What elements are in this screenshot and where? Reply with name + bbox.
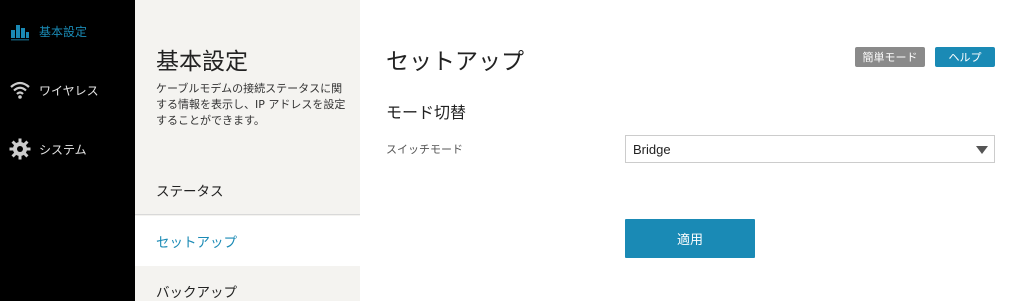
nav-item-label: 基本設定 (39, 24, 88, 39)
switch-mode-label: スイッチモード (386, 143, 463, 156)
switch-mode-select[interactable]: Bridge (625, 135, 995, 163)
nav-item-label: ワイヤレス (39, 83, 99, 98)
nav-item-basic-settings[interactable]: 基本設定 (0, 16, 135, 46)
main-content: セットアップ 簡単モード ヘルプ モード切替 スイッチモード Bridge 適用 (360, 0, 1031, 301)
subnav-item-setup[interactable]: セットアップ (135, 216, 360, 266)
wifi-icon (9, 79, 31, 101)
subnav-title: 基本設定 (156, 49, 248, 75)
page-title: セットアップ (386, 49, 524, 75)
nav-item-system[interactable]: システム (0, 134, 135, 164)
subnav-description: ケーブルモデムの接続ステータスに関する情報を表示し、IP アドレスを設定すること… (156, 82, 346, 127)
gear-icon (9, 138, 31, 160)
simple-mode-badge[interactable]: 簡単モード (855, 47, 925, 67)
bar-chart-icon (9, 20, 31, 42)
section-title: モード切替 (386, 103, 467, 122)
help-button[interactable]: ヘルプ (935, 47, 995, 67)
main-nav: 基本設定 ワイヤレス システム (0, 0, 135, 301)
chevron-down-icon (976, 146, 988, 154)
nav-item-label: システム (39, 142, 87, 157)
nav-item-wireless[interactable]: ワイヤレス (0, 75, 135, 105)
sub-nav: 基本設定 ケーブルモデムの接続ステータスに関する情報を表示し、IP アドレスを設… (135, 0, 360, 301)
subnav-item-status[interactable]: ステータス (135, 165, 360, 215)
switch-mode-value: Bridge (633, 141, 671, 157)
apply-button[interactable]: 適用 (625, 219, 755, 258)
subnav-item-backup[interactable]: バックアップ (135, 266, 360, 301)
